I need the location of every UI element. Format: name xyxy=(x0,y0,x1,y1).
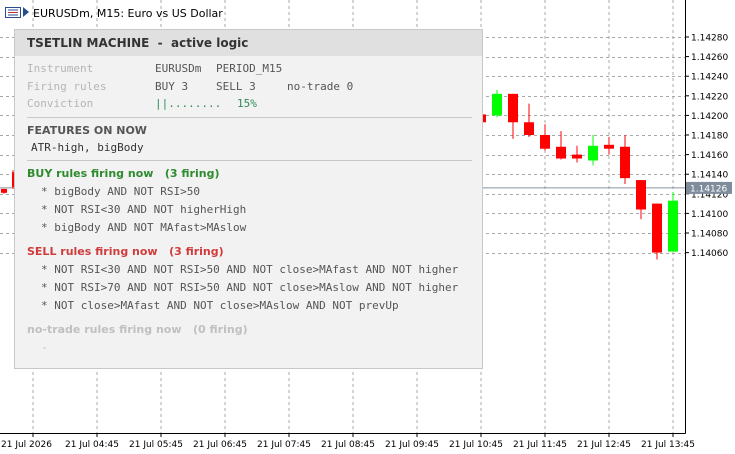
candle-body xyxy=(492,93,502,116)
firing-notrade-count: no-trade 0 xyxy=(287,80,354,93)
time-tick-label: 21 Jul 12:45 xyxy=(577,440,631,450)
time-tick-label: 21 Jul 04:45 xyxy=(65,440,119,450)
price-tick-label: 1.14200 xyxy=(691,112,728,122)
buy-rule: * bigBody AND NOT RSI>50 xyxy=(41,185,200,198)
conviction-percent: 15% xyxy=(237,97,257,110)
candle-body xyxy=(524,122,534,135)
sell-rule: * NOT RSI<30 AND NOT RSI>50 AND NOT clos… xyxy=(41,263,459,276)
time-tick-label: 21 Jul 09:45 xyxy=(385,440,439,450)
sell-rule: * NOT close>MAfast AND NOT close>MAslow … xyxy=(41,299,399,312)
time-tick-label: 21 Jul 05:45 xyxy=(129,440,183,450)
features-list: ATR-high, bigBody xyxy=(31,141,144,154)
price-tick-label: 1.14180 xyxy=(691,132,728,142)
candle-body xyxy=(620,146,630,179)
time-tick-label: 21 Jul 08:45 xyxy=(321,440,375,450)
instrument-period: PERIOD_M15 xyxy=(216,62,283,75)
panel-title-main: TSETLIN MACHINE xyxy=(27,36,150,50)
price-tick-label: 1.14140 xyxy=(691,171,728,181)
conviction-bar: ||........ xyxy=(155,97,222,110)
price-tick-label: 1.14100 xyxy=(691,210,728,220)
chart-window-title: EURUSDm, M15: Euro vs US Dollar xyxy=(33,7,223,20)
firing-label: Firing rules xyxy=(27,80,107,93)
panel-title-sep: - xyxy=(149,36,172,50)
price-tick-label: 1.14080 xyxy=(691,230,728,240)
candle-body xyxy=(604,144,614,149)
candle-body xyxy=(556,146,566,159)
time-tick-label: 21 Jul 10:45 xyxy=(449,440,503,450)
price-tick-label: 1.14260 xyxy=(691,53,728,63)
candle-body xyxy=(1,188,7,193)
divider-2 xyxy=(27,160,472,161)
buy-rules-heading: BUY rules firing now (3 firing) xyxy=(27,167,220,180)
price-tick-label: 1.14160 xyxy=(691,151,728,161)
panel-subtitle: active logic xyxy=(171,36,249,50)
price-tick-label: 1.14060 xyxy=(691,249,728,259)
candle-body xyxy=(508,93,518,123)
panel-title: TSETLIN MACHINE - active logic xyxy=(27,36,248,50)
time-tick-label: 21 Jul 2026 xyxy=(1,440,52,450)
price-tick-label: 1.14280 xyxy=(691,34,728,44)
instrument-symbol: EURUSDm xyxy=(155,62,202,75)
time-tick-label: 21 Jul 13:45 xyxy=(641,440,695,450)
conviction-label: Conviction xyxy=(27,97,94,110)
time-tick-label: 21 Jul 07:45 xyxy=(257,440,311,450)
chart-menu-icon[interactable] xyxy=(5,7,21,18)
divider-1 xyxy=(27,117,472,118)
buy-rule: * bigBody AND NOT MAfast>MAslow xyxy=(41,221,247,234)
time-tick-label: 21 Jul 11:45 xyxy=(513,440,567,450)
firing-sell-count: SELL 3 xyxy=(216,80,256,93)
current-price-label: 1.14126 xyxy=(690,184,727,194)
candle-body xyxy=(572,154,582,159)
candle-body xyxy=(668,200,678,252)
candle-body xyxy=(540,135,550,149)
tsetlin-panel: TSETLIN MACHINE - active logic Instrumen… xyxy=(14,29,483,369)
buy-rule: * NOT RSI<30 AND NOT higherHigh xyxy=(41,203,247,216)
price-tick-label: 1.14240 xyxy=(691,73,728,83)
features-heading: FEATURES ON NOW xyxy=(27,124,147,137)
instrument-label: Instrument xyxy=(27,62,94,75)
symbol-flag-icon xyxy=(23,7,29,17)
candle-body xyxy=(588,145,598,161)
sell-rule: * NOT RSI>70 AND NOT RSI>50 AND NOT clos… xyxy=(41,281,459,294)
time-tick-label: 21 Jul 06:45 xyxy=(193,440,247,450)
candle-body xyxy=(652,203,662,253)
firing-buy-count: BUY 3 xyxy=(155,80,189,93)
candle-body xyxy=(636,180,646,210)
notrade-rules-heading: no-trade rules firing now (0 firing) xyxy=(27,323,248,336)
sell-rules-heading: SELL rules firing now (3 firing) xyxy=(27,245,224,258)
price-tick-label: 1.14220 xyxy=(691,92,728,102)
notrade-rule: - xyxy=(41,341,48,354)
